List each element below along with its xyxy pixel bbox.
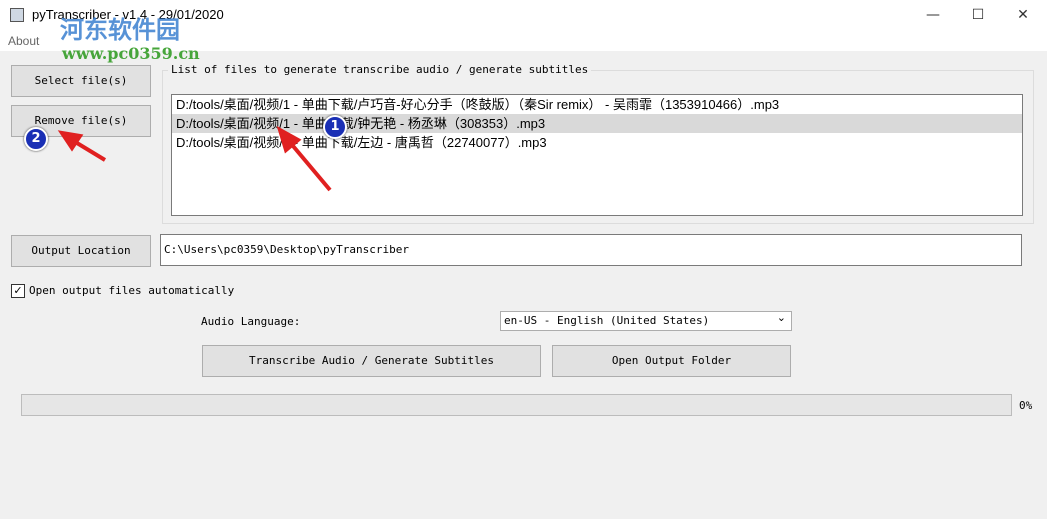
arrow-1: [286, 138, 332, 192]
arrow-head-2: [57, 130, 84, 152]
annotation-arrows: [57, 125, 332, 192]
